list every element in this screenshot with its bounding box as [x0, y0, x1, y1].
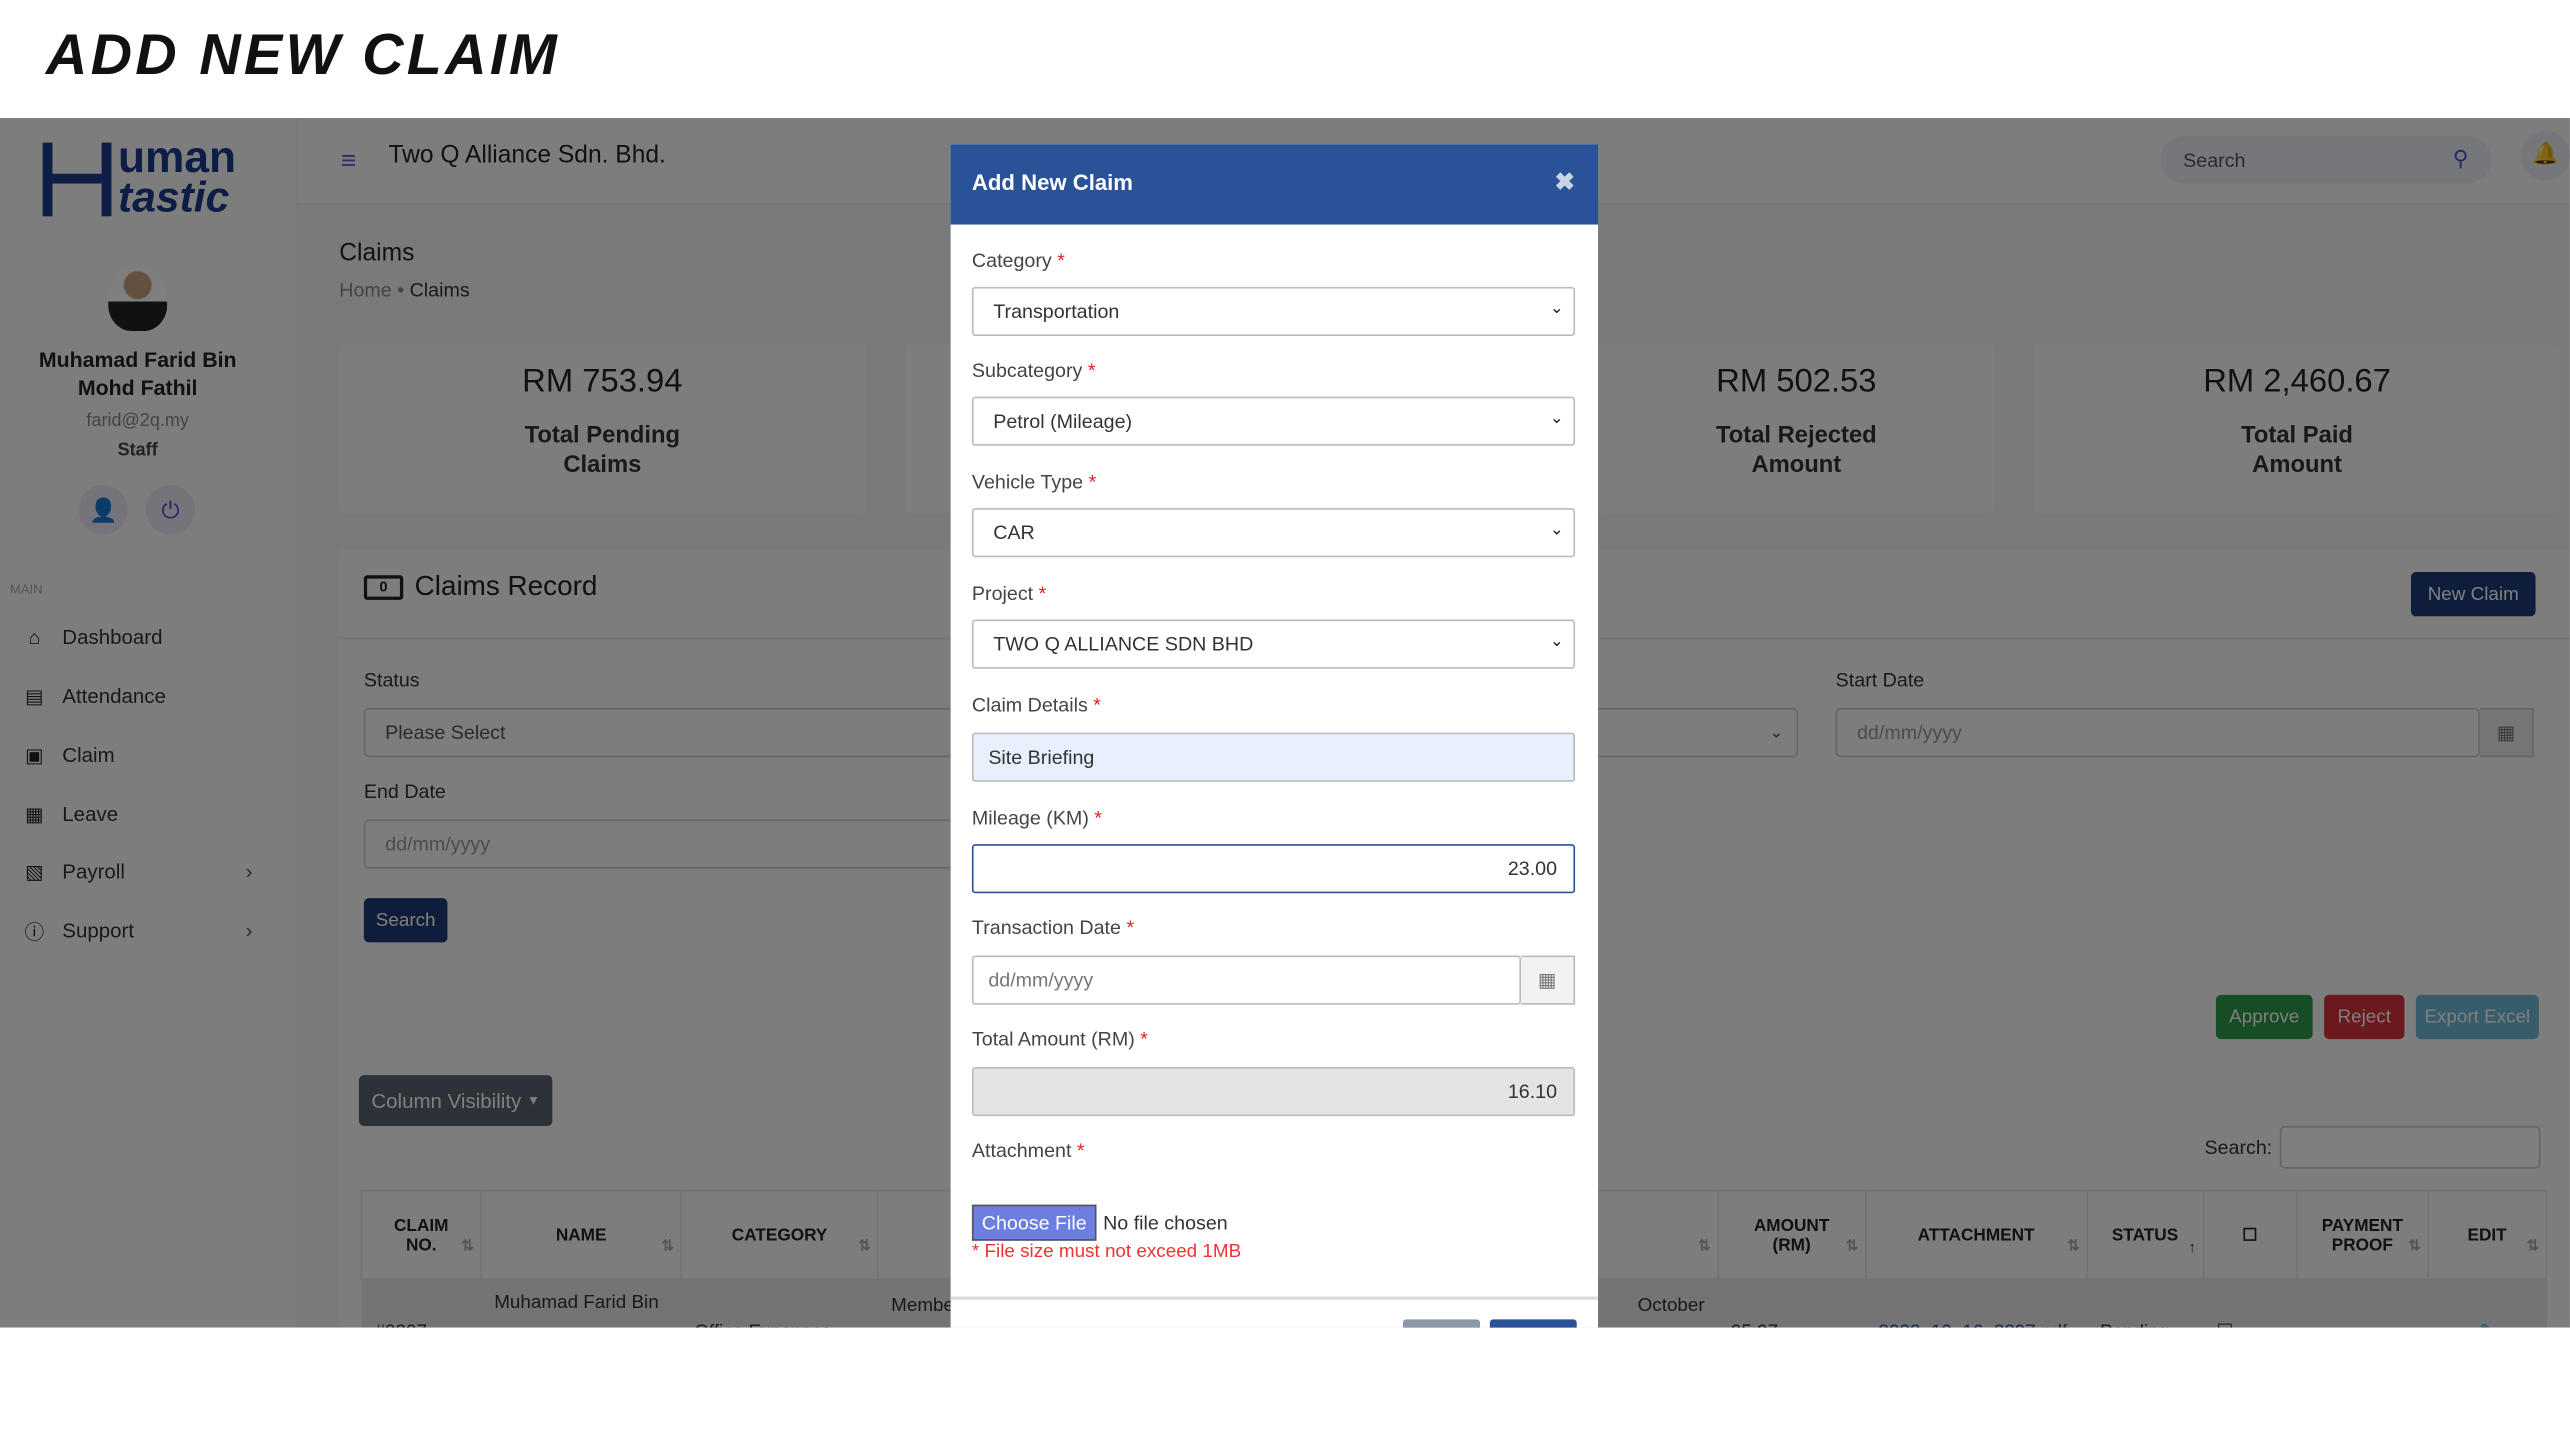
vehicle-type-select[interactable]: CAR ⌄	[971, 508, 1576, 558]
file-size-note: * File size must not exceed 1MB	[971, 1242, 1242, 1263]
vehicle-type-label: Vehicle Type *	[971, 470, 1097, 494]
category-select[interactable]: Transportation ⌄	[971, 286, 1576, 336]
claim-details-label: Claim Details *	[971, 693, 1101, 717]
modal-footer-divider	[950, 1296, 1599, 1300]
choose-file-button[interactable]: Choose File	[971, 1204, 1097, 1241]
category-label: Category *	[971, 249, 1065, 273]
chevron-down-icon: ⌄	[1549, 632, 1564, 651]
chevron-down-icon: ⌄	[1549, 521, 1564, 540]
cancel-button[interactable]	[1402, 1319, 1481, 1328]
project-select[interactable]: TWO Q ALLIANCE SDN BHD ⌄	[971, 619, 1576, 669]
chevron-down-icon: ⌄	[1549, 409, 1564, 428]
transaction-date-label: Transaction Date *	[971, 916, 1135, 940]
file-input[interactable]: Choose File No file chosen	[971, 1204, 1228, 1241]
submit-button[interactable]	[1489, 1319, 1577, 1328]
app-screenshot: umantastic Muhamad Farid Bin Mohd Fathil…	[0, 118, 2570, 1328]
chevron-down-icon: ⌄	[1549, 299, 1564, 318]
claim-details-input[interactable]: Site Briefing	[971, 732, 1576, 782]
total-amount-label: Total Amount (RM) *	[971, 1027, 1148, 1051]
mileage-label: Mileage (KM) *	[971, 806, 1103, 830]
subcategory-select[interactable]: Petrol (Mileage) ⌄	[971, 396, 1576, 446]
mileage-input[interactable]: 23.00	[971, 844, 1576, 894]
modal-title: Add New Claim	[971, 170, 1133, 196]
modal-header: Add New Claim ✖	[950, 144, 1599, 225]
add-claim-modal: Add New Claim ✖ Category * Transportation…	[950, 144, 1599, 1328]
calendar-icon[interactable]: ▦	[1520, 955, 1576, 1005]
page-title: ADD NEW CLAIM	[45, 22, 561, 87]
project-label: Project *	[971, 581, 1047, 605]
subcategory-label: Subcategory *	[971, 358, 1096, 382]
close-icon[interactable]: ✖	[1554, 167, 1575, 197]
total-amount-input: 16.10	[971, 1066, 1576, 1117]
transaction-date-input[interactable]: dd/mm/yyyy	[971, 955, 1521, 1005]
attachment-label: Attachment *	[971, 1139, 1085, 1163]
file-status: No file chosen	[1103, 1211, 1228, 1235]
